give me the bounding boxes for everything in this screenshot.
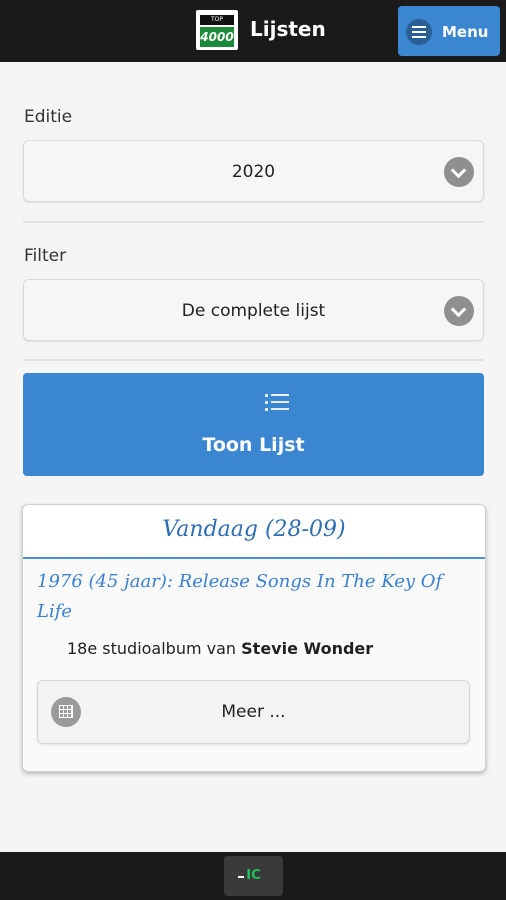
hamburger-icon (406, 19, 432, 45)
top4000-logo[interactable]: TOP 4000 (196, 10, 238, 50)
bottom-bar: IC (0, 852, 506, 900)
show-list-label: Toon Lijst (202, 434, 305, 456)
divider (23, 359, 484, 361)
event-desc-prefix: 18e studioalbum van (67, 639, 237, 658)
show-list-button[interactable]: Toon Lijst (23, 373, 484, 476)
edition-select[interactable]: 2020 (23, 140, 484, 202)
chevron-down-icon (444, 296, 474, 326)
list-icon (265, 392, 289, 416)
event-link[interactable]: 1976 (45 jaar): Release Songs In The Key… (37, 567, 467, 627)
page-title: Lijsten (250, 17, 326, 41)
filter-select[interactable]: De complete lijst (23, 279, 484, 341)
logo-number: 4000 (200, 27, 234, 47)
chevron-down-icon (444, 157, 474, 187)
today-card: Vandaag (28-09) 1976 (45 jaar): Release … (22, 504, 486, 772)
event-artist: Stevie Wonder (241, 639, 374, 658)
more-button[interactable]: Meer ... (37, 680, 470, 744)
filter-value: De complete lijst (181, 301, 326, 321)
event-description: 18e studioalbum van Stevie Wonder (67, 638, 373, 660)
edition-label: Editie (24, 107, 73, 127)
footer-logo-text: IC (246, 868, 261, 883)
logo-top-text: TOP (200, 15, 234, 25)
divider (23, 221, 484, 223)
menu-button[interactable]: Menu (398, 6, 500, 56)
filter-label: Filter (24, 246, 67, 266)
footer-logo[interactable]: IC (224, 856, 283, 896)
card-header: Vandaag (28-09) (23, 505, 485, 559)
card-title: Vandaag (28-09) (162, 517, 346, 542)
more-label: Meer ... (221, 702, 286, 722)
top-bar: TOP 4000 Lijsten Menu (0, 0, 506, 62)
edition-value: 2020 (231, 162, 276, 182)
menu-label: Menu (442, 23, 489, 41)
